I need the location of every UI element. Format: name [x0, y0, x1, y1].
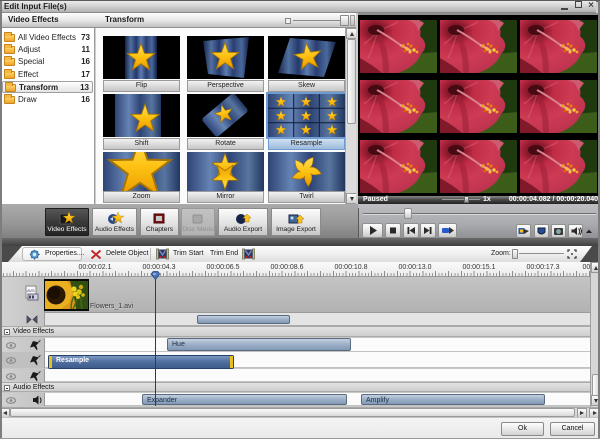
- svg-text:AVS: AVS: [27, 288, 35, 293]
